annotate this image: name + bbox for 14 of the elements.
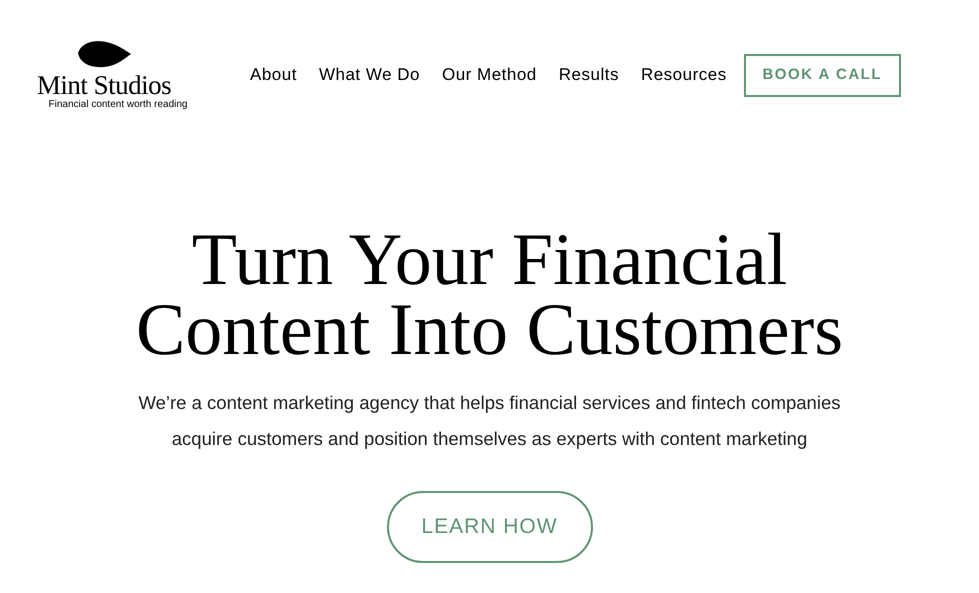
leaf-icon: [76, 39, 132, 69]
logo-tagline: Financial content worth reading: [48, 99, 188, 111]
hero-subtitle-line: acquire customers and position themselves as experts with content marketing: [172, 427, 808, 451]
hero-title-line: Content Into Customers: [136, 295, 844, 365]
hero-title-line: Turn Your Financial: [192, 225, 788, 295]
nav-link[interactable]: Our Method: [442, 62, 537, 88]
hero-subtitle-line: We’re a content marketing agency that helps financial services and fintech companies: [138, 391, 840, 415]
learn-how-button[interactable]: LEARN HOW: [386, 491, 592, 563]
nav-link[interactable]: Resources: [640, 62, 727, 88]
nav-link[interactable]: About: [250, 62, 297, 88]
nav-link[interactable]: What We Do: [318, 62, 420, 88]
book-call-button[interactable]: BOOK A CALL: [744, 54, 901, 96]
logo-name: Mint Studios: [36, 71, 172, 99]
nav-link[interactable]: Results: [558, 62, 619, 88]
